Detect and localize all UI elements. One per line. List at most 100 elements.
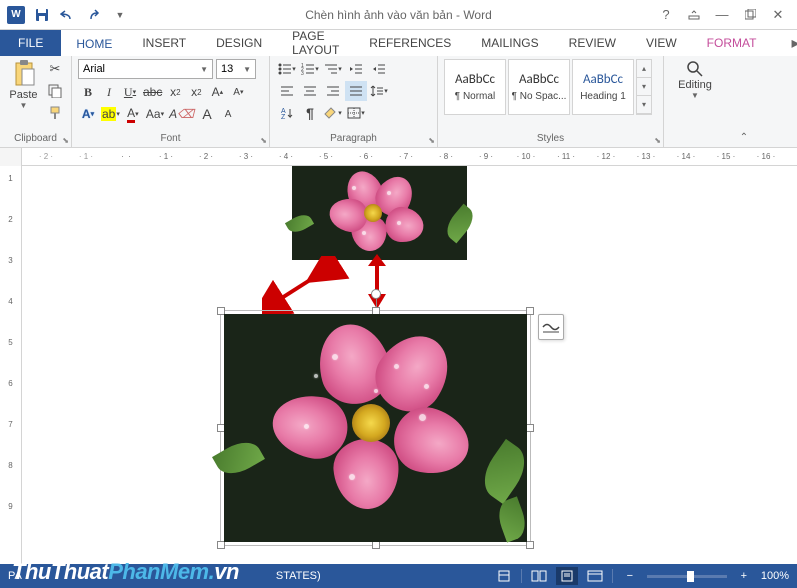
resize-handle-sw[interactable] bbox=[217, 541, 225, 549]
font-expand-icon[interactable]: ⬊ bbox=[260, 136, 267, 145]
word-app-icon[interactable]: W bbox=[4, 3, 28, 27]
qat-customize-icon[interactable]: ▼ bbox=[108, 3, 132, 27]
layout-options-button[interactable] bbox=[538, 314, 564, 340]
grow-font-a-button[interactable]: A bbox=[197, 104, 217, 124]
restore-icon[interactable] bbox=[737, 4, 763, 26]
styles-label: Styles bbox=[444, 133, 657, 146]
resize-handle-se[interactable] bbox=[526, 541, 534, 549]
show-hide-button[interactable]: ¶ bbox=[299, 103, 321, 123]
collapse-ribbon-icon[interactable]: ⌃ bbox=[734, 56, 754, 147]
tab-insert[interactable]: INSERT bbox=[127, 30, 201, 56]
superscript-button[interactable]: x2 bbox=[186, 82, 206, 102]
line-spacing-button[interactable]: ▾ bbox=[368, 81, 390, 101]
vertical-ruler[interactable]: 123456789 bbox=[0, 166, 22, 564]
style-no-spacing[interactable]: AaBbCc ¶ No Spac... bbox=[508, 59, 570, 115]
justify-button[interactable] bbox=[345, 81, 367, 101]
window-controls: ? — ✕ bbox=[653, 4, 797, 26]
rotate-handle[interactable] bbox=[371, 289, 381, 299]
styles-expand-icon[interactable]: ⬊ bbox=[654, 136, 661, 145]
tab-mailings[interactable]: MAILINGS bbox=[466, 30, 553, 56]
shading-button[interactable]: ▾ bbox=[322, 103, 344, 123]
zoom-slider[interactable] bbox=[647, 575, 727, 578]
borders-button[interactable]: ▾ bbox=[345, 103, 367, 123]
clear-formatting-button[interactable]: A⌫ bbox=[167, 104, 196, 124]
read-mode-icon[interactable] bbox=[528, 567, 550, 585]
styles-gallery-scroll[interactable]: ▴▾▾ bbox=[636, 59, 652, 115]
paste-button[interactable]: Paste ▼ bbox=[6, 59, 41, 133]
quick-access-toolbar: W ▼ bbox=[0, 3, 132, 27]
format-painter-icon[interactable] bbox=[45, 103, 65, 123]
increase-indent-button[interactable] bbox=[368, 59, 390, 79]
tab-references[interactable]: REFERENCES bbox=[354, 30, 466, 56]
multilevel-list-button[interactable]: ▾ bbox=[322, 59, 344, 79]
tab-review[interactable]: REVIEW bbox=[554, 30, 631, 56]
paste-label: Paste bbox=[9, 89, 37, 101]
align-left-button[interactable] bbox=[276, 81, 298, 101]
editing-label: Editing bbox=[678, 79, 712, 91]
language-indicator[interactable]: STATES) bbox=[276, 570, 321, 582]
save-icon[interactable] bbox=[30, 3, 54, 27]
inserted-image-small[interactable] bbox=[292, 166, 467, 260]
font-size-dropdown[interactable]: 13▼ bbox=[216, 59, 256, 79]
strikethrough-button[interactable]: abc bbox=[141, 82, 164, 102]
clipboard-label: Clipboard bbox=[6, 133, 65, 146]
numbering-button[interactable]: 123▾ bbox=[299, 59, 321, 79]
ribbon-options-icon[interactable] bbox=[681, 4, 707, 26]
underline-button[interactable]: U▾ bbox=[120, 82, 140, 102]
print-layout-icon[interactable] bbox=[556, 567, 578, 585]
horizontal-ruler[interactable]: · 2 ·· 1 ·· ·· 1 ·· 2 ·· 3 ·· 4 ·· 5 ·· … bbox=[0, 148, 797, 166]
align-right-button[interactable] bbox=[322, 81, 344, 101]
track-changes-icon[interactable] bbox=[493, 567, 515, 585]
tab-design[interactable]: DESIGN bbox=[201, 30, 277, 56]
highlight-button[interactable]: ab▾ bbox=[99, 104, 122, 124]
document-page[interactable] bbox=[22, 166, 797, 564]
text-effects-button[interactable]: A▾ bbox=[78, 104, 98, 124]
help-icon[interactable]: ? bbox=[653, 4, 679, 26]
shrink-font-button[interactable]: A▾ bbox=[228, 82, 248, 102]
cut-icon[interactable]: ✂ bbox=[45, 59, 65, 79]
tab-page-layout[interactable]: PAGE LAYOUT bbox=[277, 30, 354, 56]
italic-button[interactable]: I bbox=[99, 82, 119, 102]
change-case-button[interactable]: Aa▾ bbox=[144, 104, 166, 124]
font-name-dropdown[interactable]: Arial▼ bbox=[78, 59, 213, 79]
svg-text:3: 3 bbox=[301, 71, 304, 75]
decrease-indent-button[interactable] bbox=[345, 59, 367, 79]
document-area: 123456789 bbox=[0, 166, 797, 564]
tab-view[interactable]: VIEW bbox=[631, 30, 692, 56]
annotation-arrow-down bbox=[362, 254, 402, 314]
find-icon[interactable] bbox=[685, 59, 705, 79]
bullets-button[interactable]: ▾ bbox=[276, 59, 298, 79]
undo-icon[interactable] bbox=[56, 3, 80, 27]
subscript-button[interactable]: x2 bbox=[165, 82, 185, 102]
zoom-out-button[interactable]: − bbox=[619, 567, 641, 585]
grow-font-button[interactable]: A▴ bbox=[207, 82, 227, 102]
zoom-in-button[interactable]: + bbox=[733, 567, 755, 585]
ribbon: Paste ▼ ✂ Clipboard ⬊ Arial▼ 13▼ B I U▾ … bbox=[0, 56, 797, 148]
style-heading1[interactable]: AaBbCc Heading 1 bbox=[572, 59, 634, 115]
font-color-button[interactable]: A▾ bbox=[123, 104, 143, 124]
group-paragraph: ▾ 123▾ ▾ ▾ AZ ¶ ▾ ▾ Paragraph ⬊ bbox=[270, 56, 438, 147]
paragraph-expand-icon[interactable]: ⬊ bbox=[428, 136, 435, 145]
resize-handle-ne[interactable] bbox=[526, 307, 534, 315]
tab-scroll-right-icon[interactable]: ▸ bbox=[791, 30, 797, 56]
style-normal[interactable]: AaBbCc ¶ Normal bbox=[444, 59, 506, 115]
shrink-font-a-button[interactable]: A bbox=[218, 104, 238, 124]
redo-icon[interactable] bbox=[82, 3, 106, 27]
inserted-image-large[interactable] bbox=[224, 314, 527, 542]
clipboard-expand-icon[interactable]: ⬊ bbox=[62, 136, 69, 145]
close-icon[interactable]: ✕ bbox=[765, 4, 791, 26]
bold-button[interactable]: B bbox=[78, 82, 98, 102]
svg-text:Z: Z bbox=[281, 114, 286, 119]
resize-handle-e[interactable] bbox=[526, 424, 534, 432]
align-center-button[interactable] bbox=[299, 81, 321, 101]
title-bar: W ▼ Chèn hình ảnh vào văn bản - Word ? —… bbox=[0, 0, 797, 30]
minimize-icon[interactable]: — bbox=[709, 4, 735, 26]
zoom-level[interactable]: 100% bbox=[761, 570, 789, 582]
sort-button[interactable]: AZ bbox=[276, 103, 298, 123]
copy-icon[interactable] bbox=[45, 81, 65, 101]
tab-file[interactable]: FILE bbox=[0, 30, 61, 56]
tab-format[interactable]: FORMAT bbox=[692, 30, 772, 56]
web-layout-icon[interactable] bbox=[584, 567, 606, 585]
resize-handle-s[interactable] bbox=[372, 541, 380, 549]
tab-home[interactable]: HOME bbox=[61, 30, 127, 56]
